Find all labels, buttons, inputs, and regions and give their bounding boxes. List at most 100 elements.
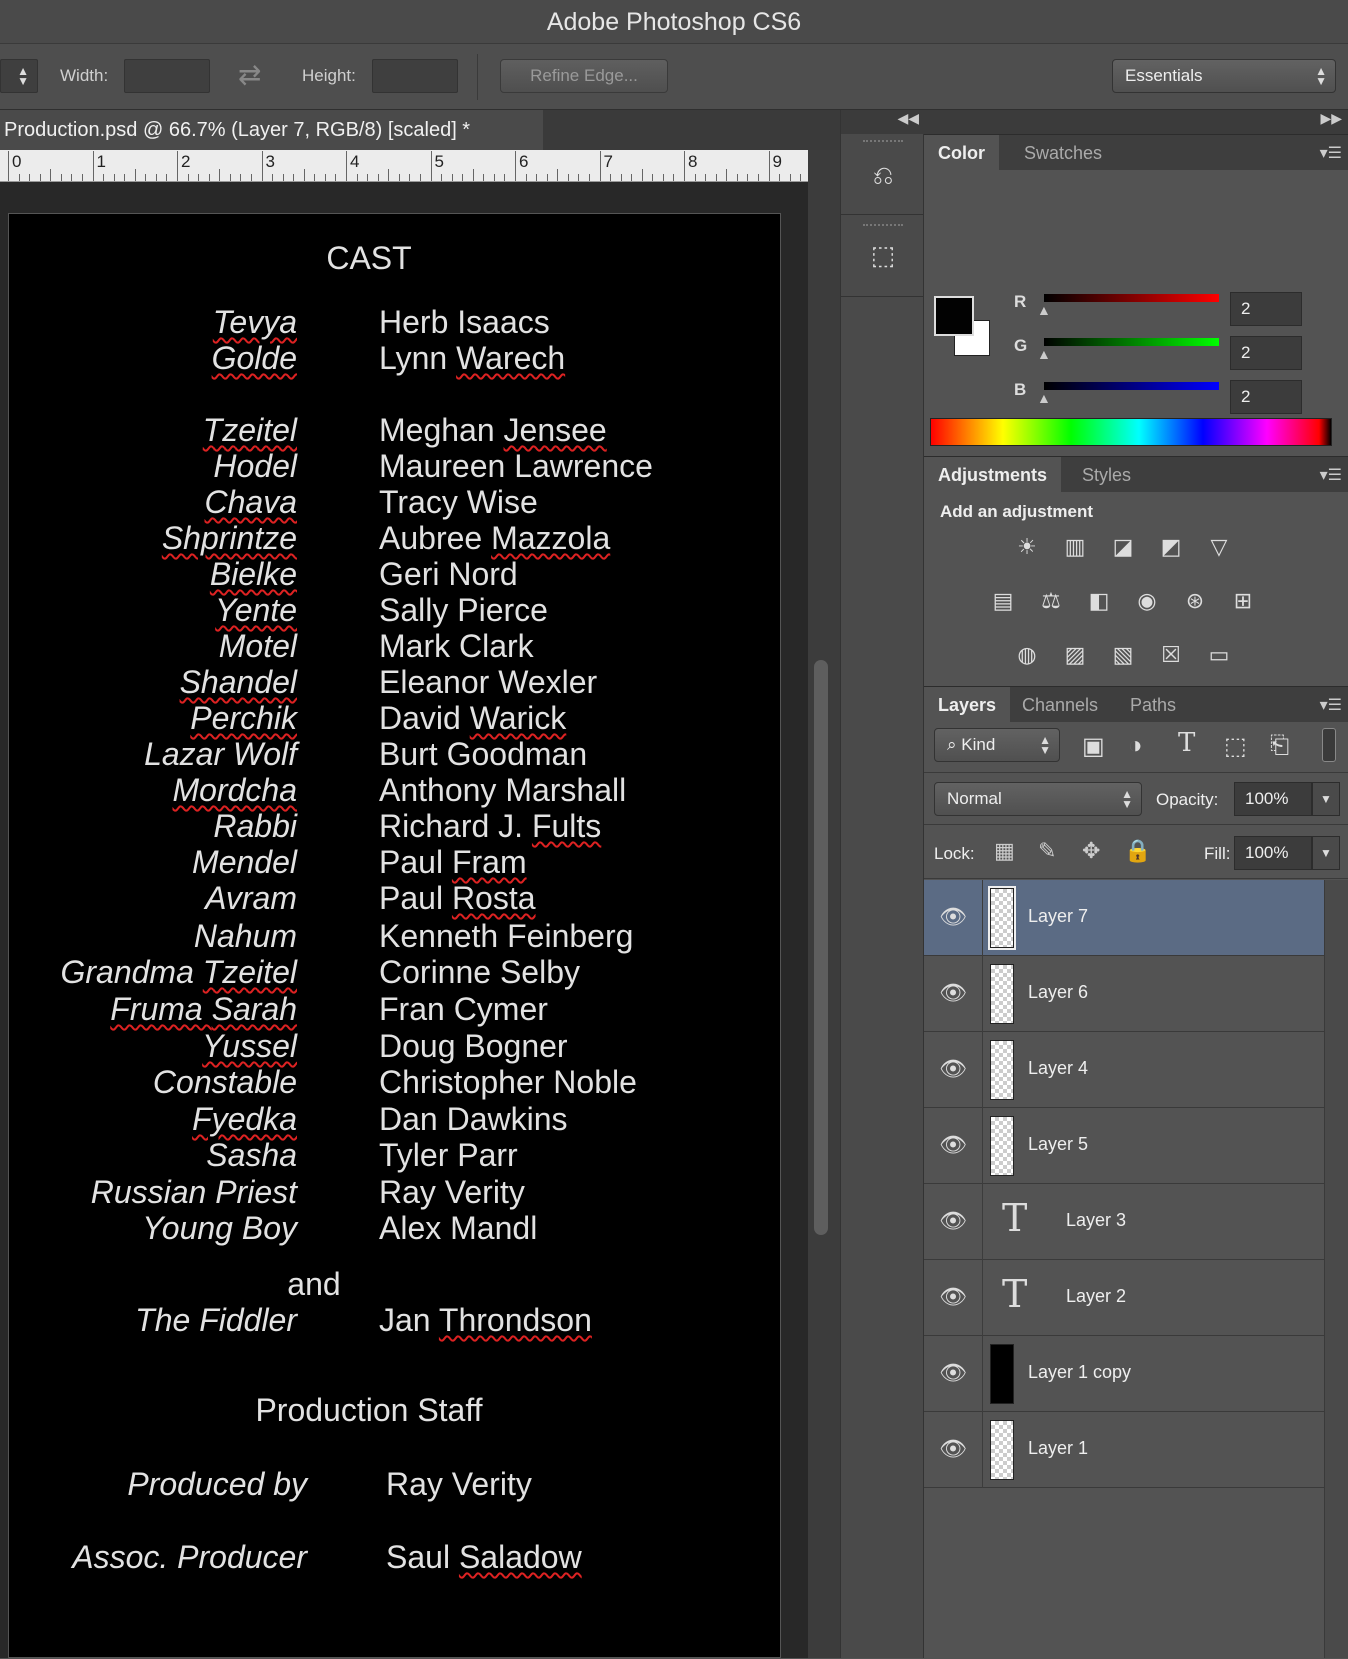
adjustment-filter-icon[interactable]: ◑ [1128,732,1143,760]
b-value[interactable]: 2 [1230,380,1302,414]
blend-mode-dropdown[interactable]: Normal ▲ ▼ [934,782,1142,816]
document-tab[interactable]: Production.psd @ 66.7% (Layer 7, RGB/8) … [0,110,543,150]
gradient-map-icon[interactable]: ▭ [1202,640,1236,670]
visibility-eye-icon[interactable]: 👁 [936,1128,970,1162]
panel-menu-icon[interactable]: ▾☰ [1320,465,1342,485]
tab-paths[interactable]: Paths [1116,687,1190,723]
r-value[interactable]: 2 [1230,292,1302,326]
layer-name[interactable]: Layer 2 [1066,1286,1126,1307]
slider-thumb-icon[interactable]: ▲ [1037,346,1051,362]
visibility-eye-icon[interactable]: 👁 [936,1280,970,1314]
canvas-area[interactable]: CAST Tevya Herb Isaacs Golde Lynn Warech Tze… [0,182,808,1658]
tab-adjustments[interactable]: Adjustments [924,457,1062,493]
layer-row[interactable]: 👁 Layer 1 copy [924,1336,1324,1412]
width-field[interactable] [124,59,210,93]
tab-swatches[interactable]: Swatches [1010,135,1116,171]
threshold-icon[interactable]: ▧ [1106,640,1140,670]
horizontal-ruler[interactable]: 0 1 2 3 4 5 6 7 8 9 [0,150,843,182]
vertical-scrollbar[interactable] [808,150,840,1658]
fill-dropdown-icon[interactable]: ▼ [1312,836,1340,870]
filter-toggle[interactable] [1322,728,1336,762]
visibility-eye-icon[interactable]: 👁 [936,1432,970,1466]
layer-name[interactable]: Layer 4 [1028,1058,1088,1079]
layer-name[interactable]: Layer 1 copy [1028,1362,1131,1383]
color-lookup-icon[interactable]: ⊞ [1226,586,1260,616]
shape-filter-icon[interactable]: ⬚ [1224,732,1247,761]
levels-icon[interactable]: ▥ [1058,532,1092,562]
scroll-thumb[interactable] [814,660,828,1235]
layers-scrollbar[interactable] [1324,880,1348,1658]
layer-row[interactable]: 👁 Layer 7 [924,880,1324,956]
grip-icon[interactable] [863,224,903,227]
collapse-panels-icon[interactable]: ▶▶ [924,110,1348,134]
document-canvas[interactable]: CAST Tevya Herb Isaacs Golde Lynn Warech Tze… [8,213,781,1658]
swap-arrows-icon[interactable]: ⇄ [238,58,261,91]
slider-thumb-icon[interactable]: ▲ [1037,390,1051,406]
smart-object-filter-icon[interactable]: ⎗ [1270,732,1289,760]
panel-menu-icon[interactable]: ▾☰ [1320,143,1342,163]
color-spectrum-bar[interactable] [930,418,1332,446]
hue-saturation-icon[interactable]: ▤ [986,586,1020,616]
g-value[interactable]: 2 [1230,336,1302,370]
posterize-icon[interactable]: ▨ [1058,640,1092,670]
channel-mixer-icon[interactable]: ⊛ [1178,586,1212,616]
curves-icon[interactable]: ◪ [1106,532,1140,562]
black-white-icon[interactable]: ◧ [1082,586,1116,616]
opacity-value[interactable]: 100% [1234,782,1312,816]
layer-row[interactable]: 👁 Layer 6 [924,956,1324,1032]
selective-color-icon[interactable]: ☒ [1154,640,1188,670]
layer-name[interactable]: Layer 5 [1028,1134,1088,1155]
visibility-eye-icon[interactable]: 👁 [936,1204,970,1238]
collapse-dock-icon[interactable]: ◀◀ [841,110,925,134]
visibility-eye-icon[interactable]: 👁 [936,1052,970,1086]
layer-row[interactable]: 👁 T Layer 2 [924,1260,1324,1336]
tab-color[interactable]: Color [924,135,999,171]
height-field[interactable] [372,59,458,93]
layer-list[interactable]: 👁 Layer 7 👁 Layer 6 👁 Layer 4 👁 Layer 5 👁 T Layer … [924,880,1348,1500]
vibrance-icon[interactable]: ▽ [1202,532,1236,562]
layer-row[interactable]: 👁 Layer 4 [924,1032,1324,1108]
layer-row[interactable]: 👁 Layer 5 [924,1108,1324,1184]
type-filter-icon[interactable]: T [1178,728,1195,758]
tab-channels[interactable]: Channels [1008,687,1112,723]
cast-role: Young Boy [142,1210,297,1246]
lock-pixels-icon[interactable]: ✎ [1038,838,1056,864]
panel-menu-icon[interactable]: ▾☰ [1320,695,1342,715]
lock-transparency-icon[interactable]: ▦ [994,838,1015,864]
refine-edge-button[interactable]: Refine Edge... [500,59,668,93]
tab-styles[interactable]: Styles [1068,457,1145,493]
tool-preset-dropdown[interactable]: ▲ ▼ [0,59,38,93]
visibility-eye-icon[interactable]: 👁 [936,900,970,934]
layer-name[interactable]: Layer 3 [1066,1210,1126,1231]
layer-row[interactable]: 👁 T Layer 3 [924,1184,1324,1260]
document-tab-row: Production.psd @ 66.7% (Layer 7, RGB/8) … [0,110,840,150]
ruler-tick [39,174,41,181]
fill-value[interactable]: 100% [1234,836,1312,870]
grip-icon[interactable] [863,140,903,143]
lock-all-icon[interactable]: 🔒 [1124,838,1151,864]
visibility-eye-icon[interactable]: 👁 [936,976,970,1010]
color-balance-icon[interactable]: ⚖ [1034,586,1068,616]
layer-name[interactable]: Layer 7 [1028,906,1088,927]
workspace-dropdown[interactable]: Essentials ▲ ▼ [1112,59,1336,93]
lock-position-icon[interactable]: ✥ [1082,838,1100,864]
layer-name[interactable]: Layer 6 [1028,982,1088,1003]
layer-row[interactable]: 👁 Layer 1 [924,1412,1324,1488]
history-icon[interactable]: ⎌ [863,160,903,200]
g-slider[interactable] [1044,338,1219,346]
pixel-filter-icon[interactable]: ▣ [1082,732,1105,761]
invert-icon[interactable]: ◍ [1010,640,1044,670]
brightness-icon[interactable]: ☀ [1010,532,1044,562]
opacity-dropdown-icon[interactable]: ▼ [1312,782,1340,816]
filter-kind-dropdown[interactable]: ⌕ Kind ▲ ▼ [934,728,1060,762]
visibility-eye-icon[interactable]: 👁 [936,1356,970,1390]
photo-filter-icon[interactable]: ◉ [1130,586,1164,616]
3d-icon[interactable]: ⬚ [863,240,903,280]
r-slider[interactable] [1044,294,1219,302]
b-slider[interactable] [1044,382,1219,390]
exposure-icon[interactable]: ◩ [1154,532,1188,562]
tab-layers[interactable]: Layers [924,687,1011,723]
slider-thumb-icon[interactable]: ▲ [1037,302,1051,318]
foreground-color-swatch[interactable] [934,296,974,336]
layer-name[interactable]: Layer 1 [1028,1438,1088,1459]
